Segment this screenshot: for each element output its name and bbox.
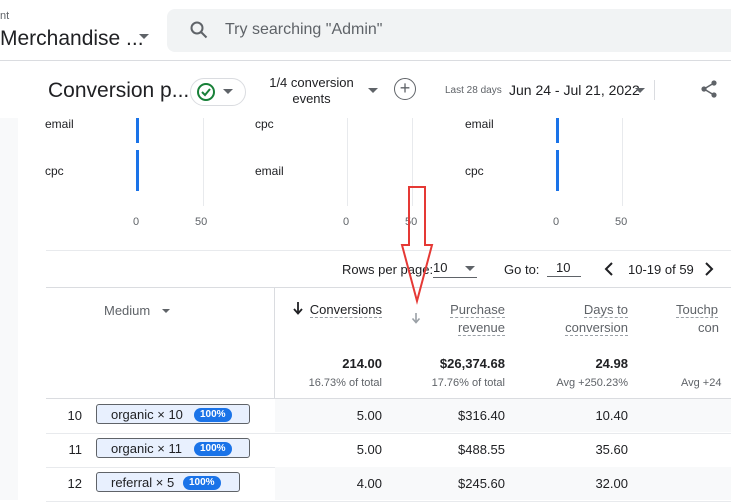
column-divider: [274, 288, 275, 398]
chart3-bar-2: [556, 150, 559, 191]
chart1-bar-1: [136, 118, 139, 143]
cell-days: 10.40: [595, 408, 628, 423]
go-to-label: Go to:: [504, 262, 540, 277]
percent-badge: 100%: [194, 408, 232, 422]
column-header-purchase-revenue[interactable]: Purchase revenue: [420, 301, 505, 337]
chevron-right-icon[interactable]: [703, 262, 715, 276]
chevron-down-icon[interactable]: [635, 88, 645, 93]
table-row[interactable]: 12 referral × 5 100% 4.00 $245.60 32.00: [46, 467, 731, 502]
cell-revenue: $316.40: [458, 408, 505, 423]
chart3-tick-0: 0: [553, 216, 560, 228]
table-row[interactable]: 10 organic × 10 100% 5.00 $316.40 10.40: [46, 399, 731, 434]
medium-label: referral × 5: [111, 475, 175, 490]
table-row[interactable]: 11 organic × 11 100% 5.00 $488.55 35.60: [46, 433, 731, 468]
chart2-category-2: email: [255, 164, 284, 178]
chart3-tick-50: 50: [615, 216, 628, 228]
page-title: Conversion p...: [48, 79, 190, 102]
chart3-category-1: email: [465, 117, 494, 131]
column-header-touchpoints[interactable]: Touchp con: [660, 301, 731, 337]
conversion-events-line2: events: [292, 91, 331, 106]
column-header-days-to-conversion[interactable]: Days to conversion: [530, 301, 628, 337]
row-number: 10: [67, 408, 82, 423]
medium-chip[interactable]: referral × 5 100%: [96, 472, 240, 492]
chevron-down-icon[interactable]: [368, 88, 378, 93]
total-conversions: 214.00: [342, 356, 382, 371]
divider: [46, 250, 731, 251]
chart2-category-1: cpc: [255, 117, 274, 131]
chart3-category-2: cpc: [465, 164, 484, 178]
chevron-down-icon[interactable]: [223, 89, 233, 94]
add-comparison-button[interactable]: +: [394, 78, 416, 100]
cell-revenue: $488.55: [458, 442, 505, 457]
medium-chip[interactable]: organic × 10 100%: [96, 404, 250, 424]
row-number: 11: [68, 442, 83, 457]
cell-conversions: 5.00: [356, 442, 382, 457]
total-conversions-share: 16.73% of total: [308, 377, 382, 389]
chevron-down-icon: [465, 266, 475, 271]
divider: [46, 287, 731, 288]
column-header-conversions[interactable]: Conversions: [300, 301, 382, 319]
column-header-touch-line1: Touchp: [676, 302, 718, 318]
percent-badge: 100%: [194, 442, 232, 456]
column-header-revenue-line2: revenue: [458, 320, 505, 336]
chart2-gridline-0: [347, 118, 348, 206]
left-gutter: [0, 118, 18, 500]
go-to-input[interactable]: 10: [547, 260, 581, 277]
column-header-touch-line2: con: [698, 320, 719, 335]
column-header-conversions-label: Conversions: [309, 302, 382, 318]
chart3-gridline: [622, 118, 623, 206]
chart2-tick-0: 0: [343, 216, 350, 228]
total-days-avg: Avg +250.23%: [556, 377, 628, 389]
total-days: 24.98: [595, 356, 628, 371]
chevron-left-icon[interactable]: [603, 262, 615, 276]
conversion-events-line1: 1/4 conversion: [269, 75, 354, 90]
chart1-tick-50: 50: [195, 216, 208, 228]
cell-conversions: 5.00: [356, 408, 382, 423]
chart3-bar-1: [556, 118, 559, 143]
cell-days: 32.00: [595, 476, 628, 491]
chevron-down-icon[interactable]: [162, 309, 170, 313]
medium-label: organic × 11: [111, 441, 182, 456]
rows-per-page-select[interactable]: 10: [433, 260, 477, 278]
check-circle-icon: [197, 83, 215, 101]
property-selector[interactable]: Merchandise ...: [0, 27, 144, 51]
column-header-revenue-line1: Purchase: [450, 302, 505, 318]
annotation-arrow-icon: [400, 186, 434, 305]
date-preset-label: Last 28 days: [445, 85, 502, 96]
account-label: nt: [0, 10, 10, 22]
divider: [654, 80, 655, 100]
share-icon[interactable]: [699, 79, 719, 99]
chart1-tick-0: 0: [133, 216, 140, 228]
page-range: 10-19 of 59: [628, 262, 694, 277]
total-touchpoints-avg: Avg +24: [681, 377, 722, 389]
total-revenue-share: 17.76% of total: [431, 377, 505, 389]
chart1-category-2: cpc: [45, 164, 64, 178]
search-input[interactable]: Try searching "Admin": [225, 21, 382, 39]
date-range-selector[interactable]: Jun 24 - Jul 21, 2022: [509, 82, 640, 98]
chart1-bar-2: [136, 150, 139, 191]
chart1-category-1: email: [45, 117, 74, 131]
chart1-gridline: [203, 118, 204, 206]
row-number: 12: [67, 476, 82, 491]
percent-badge: 100%: [183, 476, 221, 490]
total-revenue: $26,374.68: [439, 356, 505, 371]
column-header-days-line1: Days to: [583, 302, 628, 318]
cell-days: 35.60: [595, 442, 628, 457]
cell-conversions: 4.00: [356, 476, 382, 491]
chevron-down-icon[interactable]: [139, 34, 149, 39]
rows-per-page-value: 10: [433, 260, 448, 275]
search-icon[interactable]: [190, 21, 208, 39]
medium-label: organic × 10: [111, 407, 183, 422]
conversion-events-selector[interactable]: 1/4 conversion events: [264, 75, 359, 107]
medium-chip[interactable]: organic × 11 100%: [96, 438, 250, 458]
column-header-medium[interactable]: Medium: [104, 303, 150, 318]
cell-revenue: $245.60: [458, 476, 505, 491]
column-header-days-line2: conversion: [565, 320, 628, 336]
